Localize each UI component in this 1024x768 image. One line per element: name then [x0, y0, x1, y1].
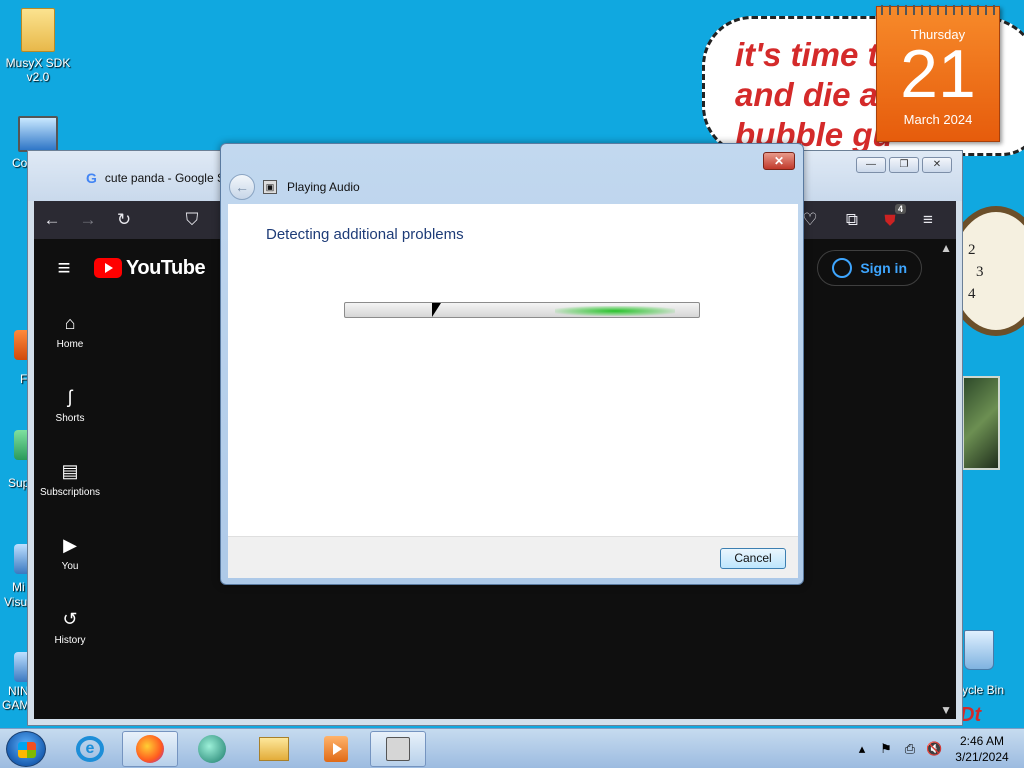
desktop-label-partial: Mi — [12, 580, 25, 594]
computer-icon — [18, 116, 58, 152]
scroll-up-arrow[interactable]: ▲ — [940, 241, 952, 255]
you-icon: ▶ — [63, 535, 77, 555]
toolbar-right: ♡ ⧉ ⛊ 4 ≡ — [792, 201, 946, 239]
dialog-footer: Cancel — [228, 536, 798, 578]
back-arrow-icon[interactable]: ← — [34, 210, 70, 230]
action-center-flag-icon[interactable]: ⚑ — [878, 741, 894, 757]
sidebar-item-label: History — [54, 635, 86, 646]
window-controls: — ❐ ✕ — [856, 157, 952, 173]
dialog-header: ← ▣ Playing Audio — [229, 174, 360, 200]
taskbar-media-player[interactable] — [308, 731, 364, 767]
file-explorer-icon — [259, 737, 289, 761]
taskbar-explorer[interactable] — [246, 731, 302, 767]
mouse-cursor-icon — [432, 303, 441, 317]
sidebar-item-home[interactable]: ⌂ Home — [34, 297, 106, 371]
troubleshooter-dialog: ✕ ← ▣ Playing Audio Detecting additional… — [220, 143, 804, 585]
home-icon: ⌂ — [64, 313, 76, 333]
clock-number: 2 — [968, 242, 976, 258]
subscriptions-icon: ▤ — [61, 461, 79, 481]
firefox-icon — [136, 735, 164, 763]
sidebar-item-shorts[interactable]: ʃ Shorts — [34, 371, 106, 445]
sidebar-item-label: Shorts — [55, 413, 85, 424]
calendar-gadget[interactable]: Thursday 21 March 2024 — [876, 5, 1000, 142]
clock-number: 3 — [976, 264, 984, 280]
start-button[interactable] — [6, 731, 46, 767]
show-hidden-icons-icon[interactable]: ▴ — [854, 741, 870, 757]
youtube-sidebar: ⌂ Home ʃ Shorts ▤ Subscriptions ▶ You ↺ … — [34, 297, 106, 667]
recycle-bin-label: ycle Bin — [962, 683, 1005, 697]
dialog-close-button[interactable]: ✕ — [763, 152, 795, 170]
shorts-icon: ʃ — [68, 387, 72, 407]
youtube-logo[interactable]: YouTube — [94, 256, 206, 280]
tab-title: cute panda - Google S — [104, 171, 225, 185]
reload-icon[interactable]: ↻ — [106, 210, 142, 230]
ublock-count-badge: 4 — [894, 203, 906, 214]
taskbar-app-orb[interactable] — [184, 731, 240, 767]
media-player-icon — [324, 736, 348, 762]
dialog-body: Detecting additional problems — [228, 204, 798, 536]
sidebar-item-history[interactable]: ↺ History — [34, 593, 106, 667]
taskbar: e ▴ ⚑ ⎙ 🔇 2:46 AM 3/21/2024 — [0, 728, 1024, 768]
slideshow-gadget[interactable] — [962, 376, 1000, 470]
calendar-rings — [881, 5, 995, 15]
maximize-button[interactable]: ❐ — [889, 157, 919, 173]
clock-time: 2:46 AM — [959, 734, 1005, 748]
history-icon: ↺ — [62, 609, 78, 629]
sidebar-item-label: You — [61, 561, 79, 572]
sidebar-item-label: Home — [56, 339, 84, 350]
minimize-button[interactable]: — — [856, 157, 886, 173]
taskbar-clock[interactable]: 2:46 AM 3/21/2024 — [950, 733, 1014, 765]
sign-in-button[interactable]: Sign in — [817, 250, 922, 286]
dialog-heading: Detecting additional problems — [266, 226, 464, 243]
ublock-icon[interactable]: ⛊ 4 — [876, 203, 906, 229]
clock-date: 3/21/2024 — [955, 750, 1009, 764]
taskbar-ie[interactable]: e — [62, 731, 118, 767]
sidebar-item-you[interactable]: ▶ You — [34, 519, 106, 593]
internet-explorer-icon: e — [76, 736, 104, 762]
desktop-icon-label: MusyX SDK v2.0 — [5, 56, 71, 84]
troubleshooter-icon — [386, 737, 410, 761]
scroll-down-arrow[interactable]: ▼ — [940, 703, 952, 717]
back-button[interactable]: ← — [229, 174, 255, 200]
extensions-icon[interactable]: ⧉ — [834, 210, 870, 230]
taskbar-troubleshooter[interactable] — [370, 731, 426, 767]
recycle-bin-icon[interactable] — [958, 630, 998, 676]
volume-muted-icon[interactable]: 🔇 — [926, 741, 942, 757]
calendar-date: 21 — [900, 36, 976, 112]
desktop-label-partial: NIN — [8, 684, 29, 698]
desktop-label-partial: Visu — [4, 595, 28, 609]
menu-icon[interactable]: ≡ — [910, 210, 946, 230]
troubleshooter-icon: ▣ — [263, 180, 277, 194]
windows-logo-icon — [18, 742, 36, 758]
sidebar-item-label: Subscriptions — [39, 487, 101, 498]
desktop-icon-musyx[interactable]: MusyX SDK v2.0 — [0, 8, 76, 84]
progress-bar — [344, 302, 700, 318]
trash-icon — [964, 630, 994, 670]
clock-number: 4 — [968, 286, 976, 302]
google-icon: G — [86, 170, 97, 186]
network-icon[interactable]: ⎙ — [902, 741, 918, 757]
sign-in-label: Sign in — [860, 260, 907, 276]
dialog-title: Playing Audio — [287, 180, 360, 194]
bubble-gum-fragment: Dt — [960, 704, 982, 726]
progress-marquee — [555, 306, 675, 316]
calendar-month-year: March 2024 — [903, 112, 973, 127]
forward-arrow-icon[interactable]: → — [70, 210, 106, 230]
youtube-play-icon — [94, 258, 122, 278]
hamburger-menu-icon[interactable]: ≡ — [34, 255, 94, 281]
folder-icon — [21, 8, 55, 52]
desktop-label-partial: GAM — [2, 698, 30, 712]
app-orb-icon — [198, 735, 226, 763]
close-button[interactable]: ✕ — [922, 157, 952, 173]
taskbar-firefox[interactable] — [122, 731, 178, 767]
system-tray: ▴ ⚑ ⎙ 🔇 2:46 AM 3/21/2024 — [854, 729, 1014, 768]
sidebar-item-subscriptions[interactable]: ▤ Subscriptions — [34, 445, 106, 519]
cancel-button[interactable]: Cancel — [720, 548, 786, 569]
youtube-logo-text: YouTube — [126, 256, 206, 279]
person-icon — [832, 258, 853, 278]
shield-icon[interactable]: ⛉ — [174, 210, 210, 230]
